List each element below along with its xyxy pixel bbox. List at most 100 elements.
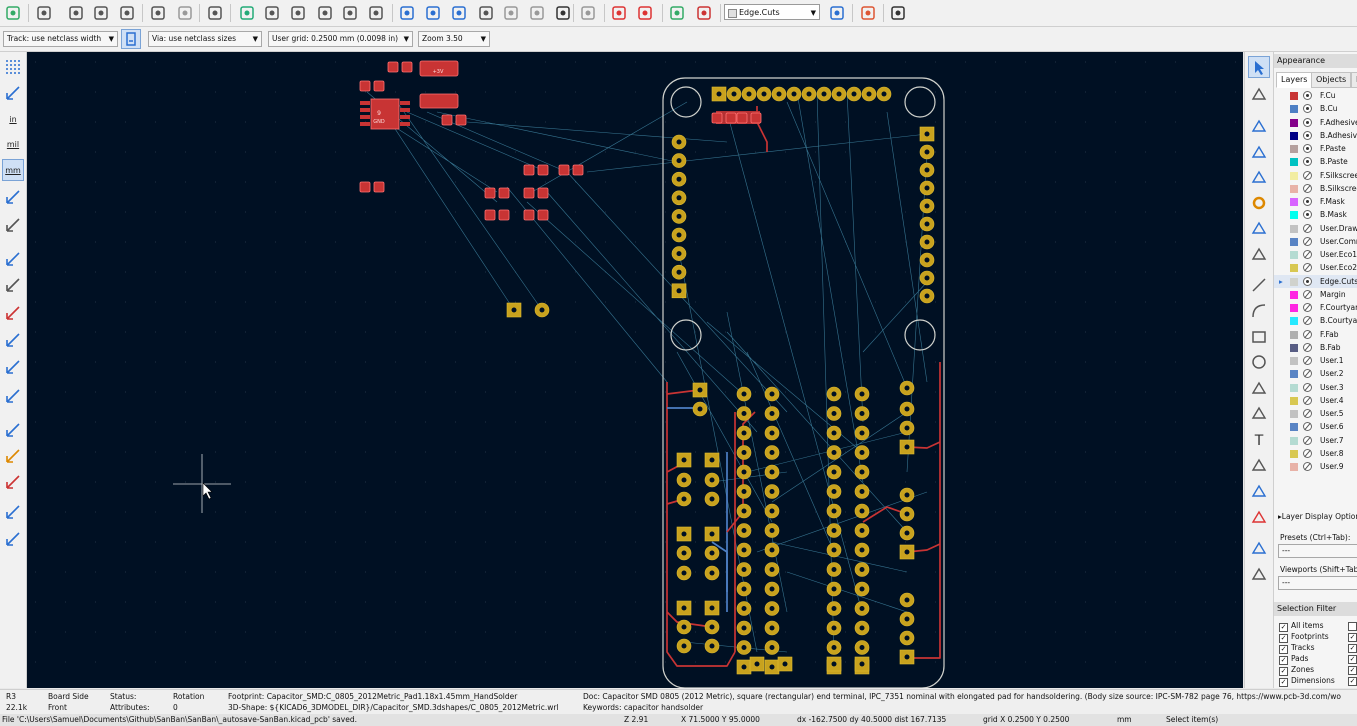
board-setup-button[interactable] (3, 3, 23, 23)
layer-color-swatch[interactable] (1290, 224, 1298, 233)
layer-display-options-toggle[interactable]: ▸Layer Display Options (1278, 511, 1357, 522)
checkbox-icon[interactable]: ✓ (1348, 666, 1357, 675)
measure-button[interactable] (1248, 563, 1270, 585)
selection-filter-item[interactable]: ✓ Zones (1279, 664, 1314, 676)
smd-footprints[interactable] (359, 60, 762, 221)
viewports-select[interactable]: --- (1278, 576, 1357, 590)
find-button[interactable] (205, 3, 225, 23)
layer-color-swatch[interactable] (1290, 396, 1298, 405)
layer-row[interactable]: User.Drawings (1274, 222, 1357, 235)
layer-row[interactable]: F.Mask (1274, 195, 1357, 208)
visibility-eye-icon[interactable] (1303, 303, 1312, 312)
visibility-eye-icon[interactable] (1303, 144, 1312, 153)
draw-line-button[interactable] (1248, 274, 1270, 296)
layer-color-swatch[interactable] (1290, 277, 1298, 286)
measure-axes-button[interactable] (2, 214, 24, 236)
vias-outline-button[interactable] (2, 445, 24, 467)
layer-color-swatch[interactable] (1290, 357, 1298, 365)
layer-color-swatch[interactable] (1290, 463, 1298, 471)
layer-selector[interactable]: Edge.Cuts ▼ (724, 4, 820, 20)
checkbox-icon[interactable] (1348, 622, 1357, 631)
layer-color-swatch[interactable] (1290, 251, 1298, 259)
tune-length-button[interactable] (1248, 166, 1270, 188)
layer-color-swatch[interactable] (1290, 131, 1298, 140)
visibility-eye-icon[interactable] (1303, 197, 1312, 206)
layer-color-swatch[interactable] (1290, 171, 1298, 180)
zone-fill-button[interactable] (2, 356, 24, 378)
layer-row[interactable]: B.Silkscreen (1274, 182, 1357, 195)
visibility-eye-icon[interactable] (1303, 342, 1312, 352)
visibility-eye-icon[interactable] (1303, 183, 1312, 193)
set-origin-button[interactable] (1248, 537, 1270, 559)
via-size-select[interactable]: Via: use netclass sizes ▼ (148, 31, 262, 47)
layer-row[interactable]: F.Adhesive (1274, 116, 1357, 129)
draw-circle-button[interactable] (1248, 351, 1270, 373)
layer-color-swatch[interactable] (1290, 410, 1298, 418)
tab-objects[interactable]: Objects (1311, 72, 1352, 88)
layer-row[interactable]: User.9 (1274, 460, 1357, 473)
visibility-eye-icon[interactable] (1303, 422, 1312, 432)
router-button[interactable] (858, 3, 878, 23)
layer-row[interactable]: User.Comments (1274, 235, 1357, 248)
zoom-objects-button[interactable] (340, 3, 360, 23)
flip-button[interactable] (449, 3, 469, 23)
layer-color-swatch[interactable] (1290, 92, 1298, 100)
layer-color-swatch[interactable] (1290, 198, 1298, 206)
unlock-button[interactable] (578, 3, 598, 23)
layer-color-swatch[interactable] (1290, 290, 1298, 299)
visibility-eye-icon[interactable] (1303, 250, 1312, 259)
add-textbox-button[interactable] (1248, 454, 1270, 476)
visibility-eye-icon[interactable] (1303, 289, 1312, 299)
visibility-eye-icon[interactable] (1303, 382, 1312, 392)
checkbox-icon[interactable]: ✓ (1348, 633, 1357, 642)
selection-filter-item[interactable]: ✓ All items (1279, 620, 1324, 632)
checkbox-icon[interactable]: ✓ (1348, 655, 1357, 664)
add-text-button[interactable]: T (1248, 428, 1270, 450)
auto-track-width-button[interactable] (121, 29, 141, 49)
layer-row[interactable]: B.Fab (1274, 341, 1357, 354)
netlist-button[interactable] (609, 3, 629, 23)
layer-row[interactable]: F.Fab (1274, 328, 1357, 341)
select-button[interactable] (1248, 56, 1270, 78)
lock-button[interactable] (553, 3, 573, 23)
visibility-eye-icon[interactable] (1303, 130, 1312, 140)
zoom-select[interactable]: Zoom 3.50 ▼ (418, 31, 490, 47)
plot-button[interactable] (117, 3, 137, 23)
zoom-fit-button[interactable] (315, 3, 335, 23)
visibility-eye-icon[interactable] (1303, 369, 1312, 379)
layer-row[interactable]: User.5 (1274, 407, 1357, 420)
layer-row[interactable]: User.8 (1274, 447, 1357, 460)
curved-ratsnest-button[interactable] (2, 274, 24, 296)
add-dimension-button[interactable] (1248, 480, 1270, 502)
layer-color-swatch[interactable] (1290, 158, 1298, 167)
layer-color-swatch[interactable] (1290, 423, 1298, 432)
ungroup-button[interactable] (527, 3, 547, 23)
mm-units-button[interactable]: mm (2, 159, 24, 181)
layer-color-swatch[interactable] (1290, 264, 1298, 273)
layer-color-swatch[interactable] (1290, 304, 1298, 312)
layer-color-swatch[interactable] (1290, 370, 1298, 379)
pcb-board-view[interactable]: +3V 9 GND (27, 52, 1243, 688)
page-settings-button[interactable] (66, 3, 86, 23)
layer-row[interactable]: User.1 (1274, 354, 1357, 367)
visibility-eye-icon[interactable] (1303, 117, 1312, 127)
visibility-eye-icon[interactable] (1303, 236, 1312, 246)
local-ratsnest-button[interactable] (1248, 83, 1270, 105)
console-button[interactable] (888, 3, 908, 23)
visibility-eye-icon[interactable] (1303, 448, 1312, 458)
drc-button[interactable] (635, 3, 655, 23)
layer-row[interactable]: B.Mask (1274, 208, 1357, 221)
layer-row[interactable]: Margin (1274, 288, 1357, 301)
zoom-out-button[interactable] (288, 3, 308, 23)
visibility-eye-icon[interactable] (1303, 462, 1312, 471)
layer-row[interactable]: B.Paste (1274, 155, 1357, 168)
track-width-select[interactable]: Track: use netclass width ▼ (3, 31, 118, 47)
mil-units-button[interactable]: mil (2, 133, 24, 155)
layer-row[interactable]: User.4 (1274, 394, 1357, 407)
grid-button[interactable] (2, 56, 24, 78)
visibility-eye-icon[interactable] (1303, 104, 1312, 114)
draw-rect-button[interactable] (1248, 326, 1270, 348)
add-zone-button[interactable] (1248, 217, 1270, 239)
ratsnest-button[interactable] (2, 248, 24, 270)
layer-row[interactable]: B.Cu (1274, 102, 1357, 115)
